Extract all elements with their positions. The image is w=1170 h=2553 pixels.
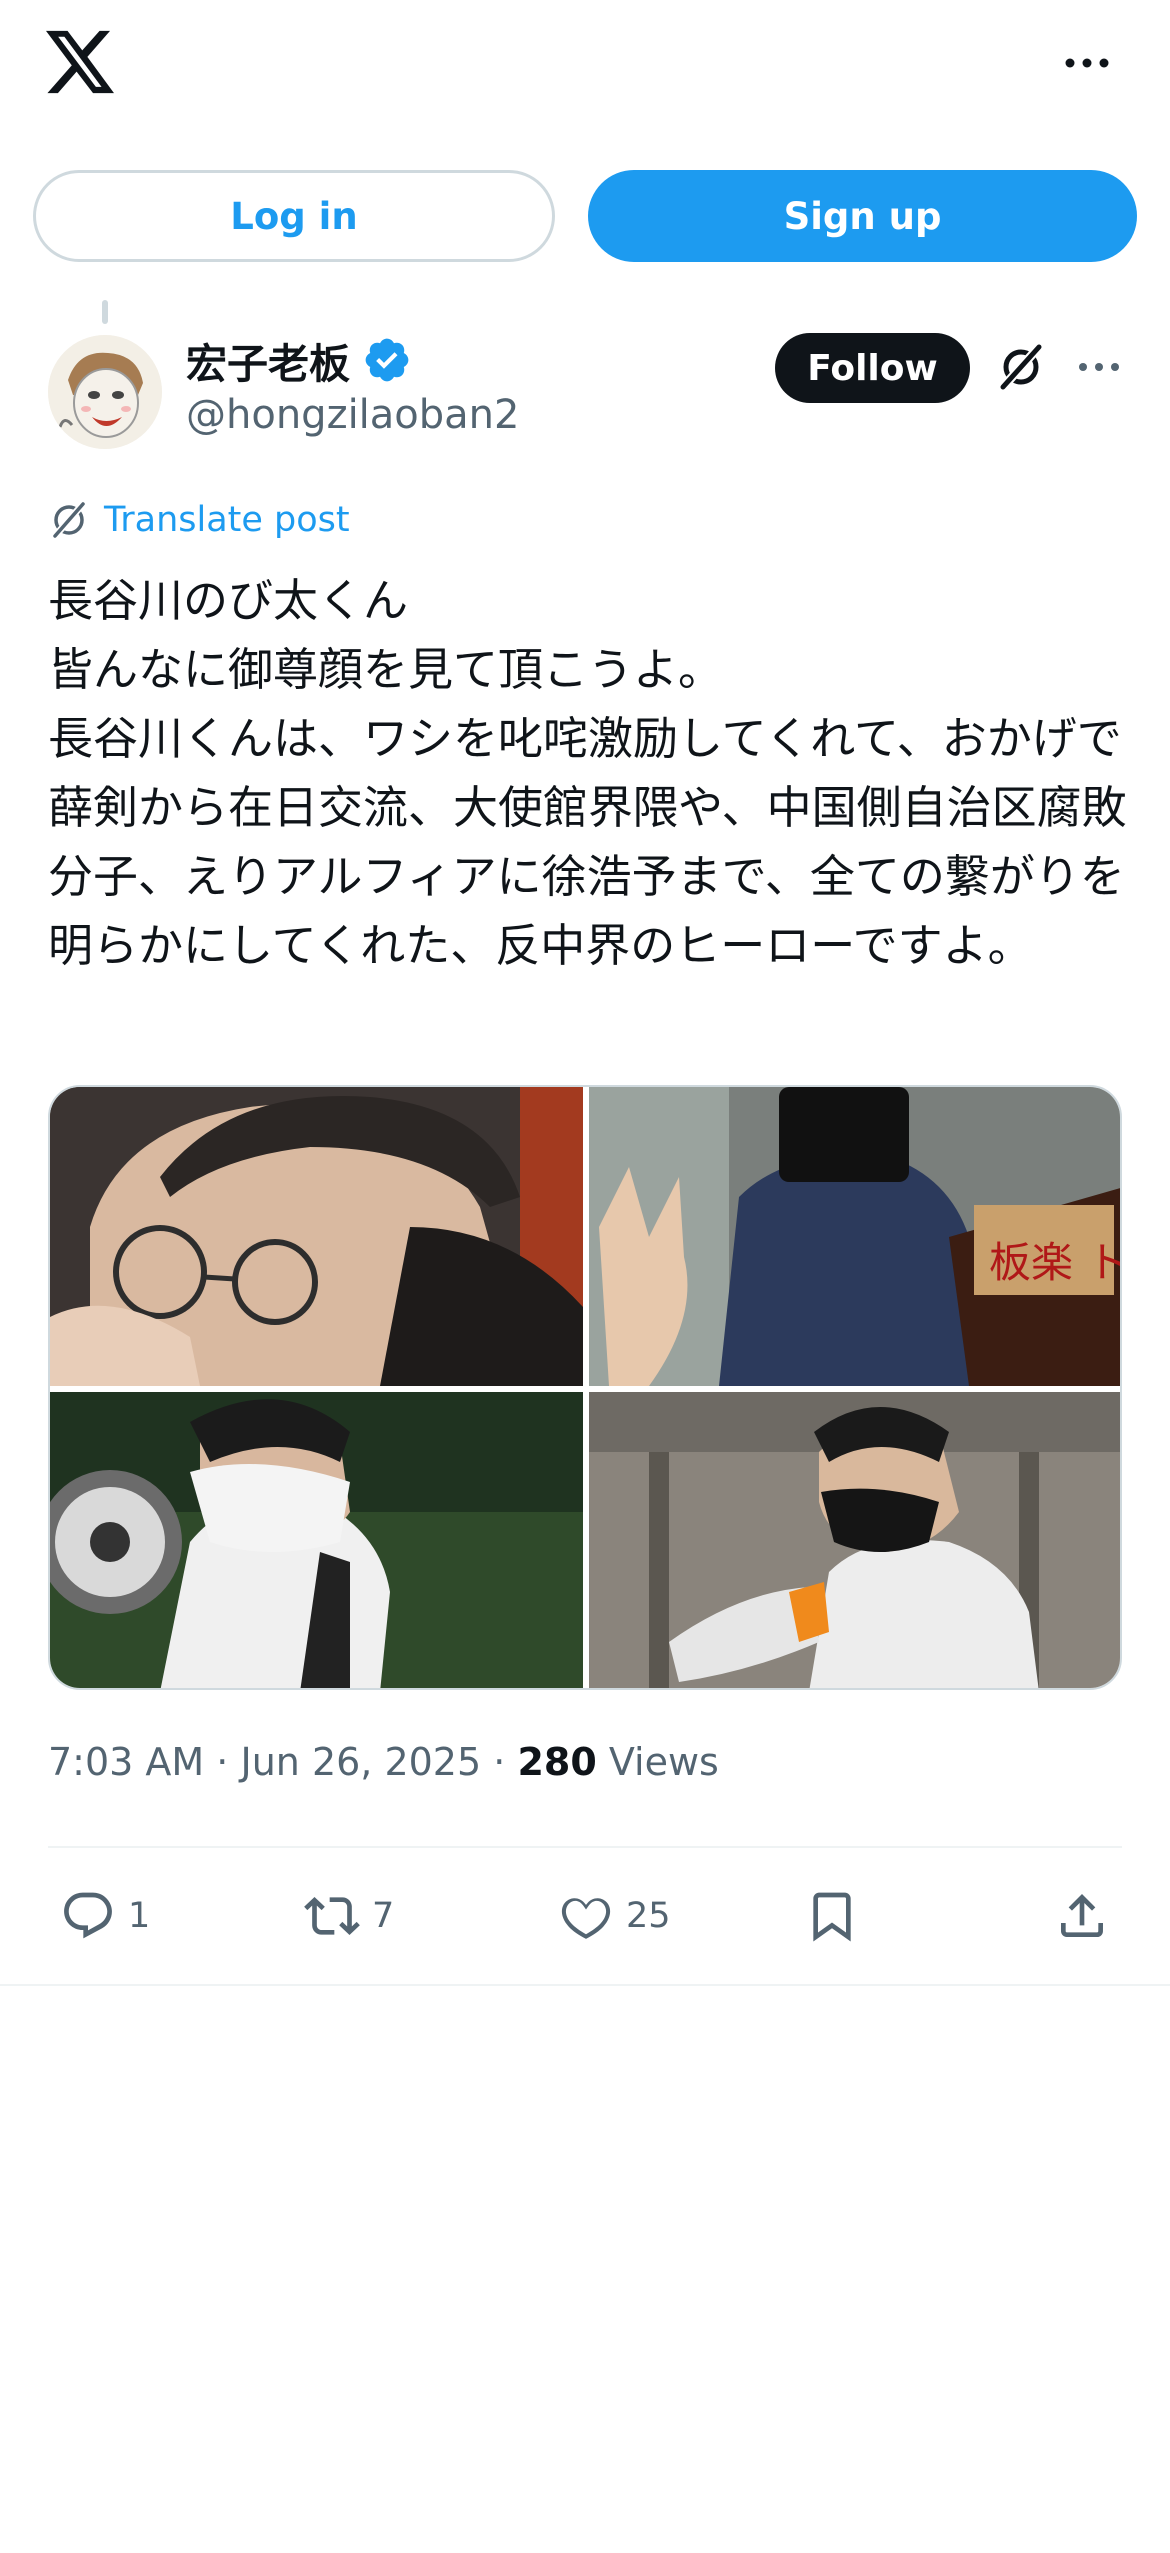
bookmark-button[interactable] [804,1880,860,1952]
translate-post-link[interactable]: Translate post [48,495,350,545]
reply-button[interactable]: 1 [60,1880,150,1952]
reply-count: 1 [128,1896,151,1936]
like-button[interactable]: 25 [558,1880,671,1952]
share-button[interactable] [1054,1880,1110,1952]
heart-icon [561,1898,611,1939]
avatar[interactable] [48,335,162,449]
author-display-name[interactable]: 宏子老板 [186,330,350,390]
meta-separator: · [493,1740,506,1784]
tweet-meta: 7:03 AM · Jun 26, 2025 · 280 Views [48,1740,719,1784]
action-bar: 1 7 25 [48,1880,1122,1952]
tweet-more-icon[interactable] [1076,352,1122,382]
tweet-date[interactable]: Jun 26, 2025 [240,1740,481,1784]
auth-buttons: Log in Sign up [33,170,1137,262]
media-grid: 板楽 トランス差 [48,1085,1122,1690]
share-icon [1061,1894,1103,1937]
verified-badge-icon [365,338,409,382]
media-photo-2[interactable]: 板楽 トランス差 [589,1087,1122,1386]
meta-separator: · [216,1740,229,1784]
thread-connector-line [102,300,108,324]
grok-icon[interactable] [996,342,1046,392]
translate-label: Translate post [104,500,350,540]
views-label: Views [608,1740,719,1784]
top-bar [0,0,1170,130]
divider [48,1846,1122,1848]
views-count: 280 [517,1740,597,1784]
author-handle[interactable]: @hongzilaoban2 [186,392,519,438]
sign-text: 板楽 トランス差 [989,1238,1122,1287]
repost-icon [304,1897,360,1935]
tweet-text: 長谷川のび太くん 皆んなに御尊顔を見て頂こうよ。 長谷川くんは、ワシを叱咤激励し… [48,574,1127,972]
media-photo-4[interactable] [589,1392,1120,1688]
divider [0,1984,1170,1986]
x-logo-icon[interactable] [46,30,114,94]
media-photo-3[interactable] [50,1392,583,1688]
more-dots-icon[interactable] [1062,48,1112,78]
tweet-time[interactable]: 7:03 AM [48,1740,204,1784]
like-count: 25 [626,1896,671,1936]
reply-icon [64,1892,112,1939]
translate-icon [53,502,85,538]
signup-button[interactable]: Sign up [588,170,1137,262]
bookmark-icon [813,1892,851,1942]
repost-button[interactable]: 7 [304,1880,394,1952]
repost-count: 7 [372,1896,395,1936]
media-photo-1[interactable] [50,1087,583,1386]
follow-button[interactable]: Follow [775,333,970,403]
login-button[interactable]: Log in [33,170,555,262]
